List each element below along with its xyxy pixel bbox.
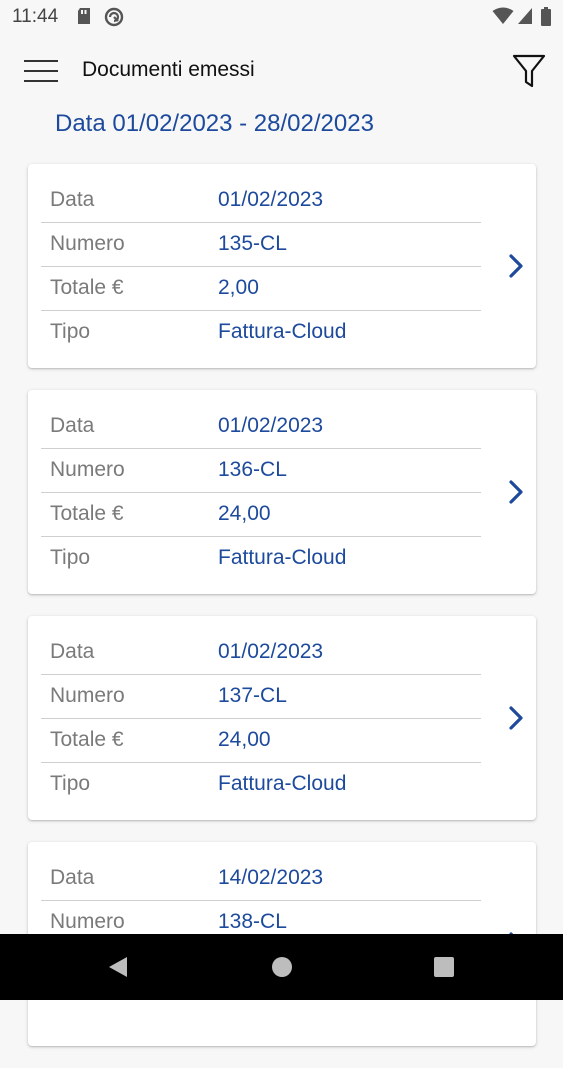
totale-label: Totale €: [50, 728, 124, 751]
battery-icon: [541, 7, 551, 26]
date-range: Data 01/02/2023 - 28/02/2023: [55, 110, 374, 137]
menu-icon[interactable]: [24, 60, 58, 84]
navigation-bar: [0, 934, 563, 1000]
data-label: Data: [50, 640, 95, 663]
page-title: Documenti emessi: [82, 58, 255, 81]
chevron-right-icon[interactable]: [506, 704, 526, 732]
totale-value: 24,00: [218, 502, 271, 525]
totale-label: Totale €: [50, 276, 124, 299]
data-row: Data 01/02/2023: [41, 178, 481, 223]
totale-value: 2,00: [218, 276, 259, 299]
numero-label: Numero: [50, 910, 125, 933]
totale-row: Totale € 24,00: [41, 492, 481, 537]
home-icon[interactable]: [271, 956, 293, 978]
tipo-label: Tipo: [50, 320, 91, 343]
tipo-value: Fattura-Cloud: [218, 320, 347, 343]
totale-label: Totale €: [50, 502, 124, 525]
numero-label: Numero: [50, 232, 125, 255]
status-time: 11:44: [12, 6, 59, 27]
numero-value: 138-CL: [218, 910, 287, 933]
chevron-right-icon[interactable]: [506, 252, 526, 280]
sync-icon: [104, 7, 124, 27]
numero-value: 135-CL: [218, 232, 287, 255]
app-bar: Documenti emessi: [0, 34, 563, 108]
document-card[interactable]: Data 01/02/2023 Numero 135-CL Totale € 2…: [28, 164, 536, 368]
chevron-right-icon[interactable]: [506, 478, 526, 506]
wifi-icon: [492, 7, 514, 24]
document-card[interactable]: Data 01/02/2023 Numero 136-CL Totale € 2…: [28, 390, 536, 594]
sd-card-icon: [78, 8, 90, 24]
numero-row: Numero 137-CL: [41, 674, 481, 719]
data-label: Data: [50, 414, 95, 437]
data-row: Data 01/02/2023: [41, 630, 481, 675]
back-icon[interactable]: [107, 956, 129, 978]
data-row: Data 01/02/2023: [41, 404, 481, 449]
totale-row: Totale € 24,00: [41, 718, 481, 763]
data-label: Data: [50, 866, 95, 889]
document-card[interactable]: Data 01/02/2023 Numero 137-CL Totale € 2…: [28, 616, 536, 820]
numero-label: Numero: [50, 458, 125, 481]
tipo-label: Tipo: [50, 772, 91, 795]
data-value: 01/02/2023: [218, 640, 324, 663]
data-label: Data: [50, 188, 95, 211]
filter-icon[interactable]: [512, 53, 546, 89]
totale-value: 24,00: [218, 728, 271, 751]
numero-value: 137-CL: [218, 684, 287, 707]
numero-label: Numero: [50, 684, 125, 707]
numero-row: Numero 136-CL: [41, 448, 481, 493]
tipo-value: Fattura-Cloud: [218, 772, 347, 795]
status-bar: 11:44: [0, 0, 563, 34]
tipo-value: Fattura-Cloud: [218, 546, 347, 569]
signal-icon: [518, 8, 532, 24]
documents-list: Data 01/02/2023 Numero 135-CL Totale € 2…: [28, 164, 536, 1068]
tipo-label: Tipo: [50, 546, 91, 569]
numero-row: Numero 135-CL: [41, 222, 481, 267]
recents-icon[interactable]: [433, 956, 455, 978]
data-row: Data 14/02/2023: [41, 856, 481, 901]
data-value: 01/02/2023: [218, 414, 324, 437]
tipo-row: Tipo Fattura-Cloud: [41, 536, 481, 580]
data-value: 14/02/2023: [218, 866, 324, 889]
data-value: 01/02/2023: [218, 188, 324, 211]
tipo-row: Tipo Fattura-Cloud: [41, 310, 481, 354]
numero-value: 136-CL: [218, 458, 287, 481]
tipo-row: Tipo Fattura-Cloud: [41, 762, 481, 806]
totale-row: Totale € 2,00: [41, 266, 481, 311]
